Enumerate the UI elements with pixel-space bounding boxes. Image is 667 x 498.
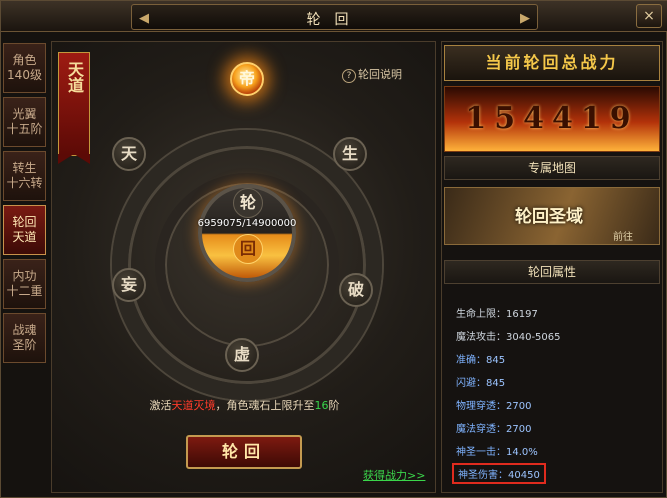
activate-level: 16 — [314, 399, 329, 412]
tab-reincarnation[interactable]: 轮回 天道 — [3, 205, 46, 255]
banner-text: 天道 — [65, 61, 84, 93]
stat-value: 40450 — [508, 470, 540, 481]
tab-sublabel: 十六转 — [6, 176, 43, 190]
power-side-panel: 当前轮回总战力 154419 专属地图 轮回圣域 前往 轮回属性 生命上限：16… — [441, 41, 663, 493]
stat-value: 845 — [486, 378, 506, 389]
tab-sublabel: 圣阶 — [12, 338, 37, 352]
attributes-header: 轮回属性 — [444, 260, 660, 284]
exclusive-map-header: 专属地图 — [444, 156, 660, 180]
left-tab-list: 角色 140级 光翼 十五阶 转生 十六转 轮回 天道 内功 十二重 战魂 圣阶 — [3, 43, 48, 367]
get-power-link[interactable]: 获得战力>> — [363, 467, 425, 483]
activate-realm: 天道灭境 — [171, 399, 216, 412]
stat-label: 闪避： — [456, 378, 486, 389]
activate-prefix: 激活 — [149, 399, 172, 412]
tab-war-soul[interactable]: 战魂 圣阶 — [3, 313, 46, 363]
tab-inner-power[interactable]: 内功 十二重 — [3, 259, 46, 309]
stat-row: 闪避：845 — [456, 374, 505, 389]
stat-value: 845 — [486, 355, 506, 366]
tab-label: 光翼 — [12, 107, 37, 121]
help-link-label: 轮回说明 — [358, 68, 402, 81]
node-void[interactable]: 虚 — [225, 338, 259, 372]
tab-wings[interactable]: 光翼 十五阶 — [3, 97, 46, 147]
activate-mid: ，角色魂石上限升至 — [215, 399, 315, 412]
tab-label: 内功 — [12, 269, 37, 283]
title-panel: ◀ 轮回 ▶ — [131, 4, 538, 30]
stat-label: 准确： — [456, 355, 486, 366]
node-delusion[interactable]: 妄 — [112, 268, 146, 302]
stat-label: 物理穿透： — [456, 401, 506, 412]
stat-row: 准确：845 — [456, 351, 505, 366]
soul-progress-value: 6959075/14900000 — [197, 218, 297, 229]
tab-sublabel: 十五阶 — [6, 122, 43, 136]
stat-value: 14.0% — [506, 447, 538, 458]
tab-label: 战魂 — [12, 323, 37, 337]
tab-label: 角色 — [12, 53, 37, 67]
node-heaven[interactable]: 天 — [112, 137, 146, 171]
stat-value: 2700 — [506, 424, 532, 435]
power-display: 154419 — [444, 86, 660, 152]
node-life[interactable]: 生 — [333, 137, 367, 171]
arrow-right-icon: ▶ — [520, 11, 530, 26]
orb-char-upper: 轮 — [233, 188, 263, 218]
tab-sublabel: 十二重 — [6, 284, 43, 298]
window-title: 轮回 — [306, 12, 363, 28]
stat-row: 魔法攻击：3040-5065 — [456, 328, 561, 343]
activate-suffix: 阶 — [328, 399, 340, 412]
stat-row: 魔法穿透：2700 — [456, 420, 531, 435]
node-break[interactable]: 破 — [339, 273, 373, 307]
total-power-value: 154419 — [465, 101, 639, 136]
question-icon: ? — [342, 69, 356, 83]
map-go-link[interactable]: 前往 — [613, 228, 633, 243]
tab-rebirth[interactable]: 转生 十六转 — [3, 151, 46, 201]
stat-label: 神圣一击： — [456, 447, 506, 458]
orb-char-lower: 回 — [233, 234, 263, 264]
stat-value: 2700 — [506, 401, 532, 412]
stat-row: 神圣一击：14.0% — [456, 443, 538, 458]
stat-row: 物理穿透：2700 — [456, 397, 531, 412]
help-link[interactable]: ? 轮回说明 — [342, 66, 402, 83]
stat-row: 生命上限：16197 — [456, 305, 538, 320]
reincarnate-button[interactable]: 轮回 — [186, 435, 302, 469]
game-window: ◀ 轮回 ▶ × 角色 140级 光翼 十五阶 转生 十六转 轮回 天道 内功 十二重 战… — [0, 0, 667, 498]
activation-text: 激活天道灭境，角色魂石上限升至16阶 — [52, 397, 435, 413]
title-bar: ◀ 轮回 ▶ × — [1, 1, 667, 32]
tab-sublabel: 140级 — [7, 68, 42, 82]
stat-value: 3040-5065 — [506, 332, 561, 343]
node-emperor[interactable]: 帝 — [230, 62, 264, 96]
tab-label: 转生 — [12, 161, 37, 175]
banner-tail — [58, 154, 90, 164]
stat-label: 魔法攻击： — [456, 332, 506, 343]
reincarnation-panel: 天道 ? 轮回说明 帝 天 生 妄 破 虚 轮 回 6959075/1490000… — [51, 41, 436, 493]
stat-label: 生命上限： — [456, 309, 506, 320]
stat-label: 魔法穿透： — [456, 424, 506, 435]
tab-label: 轮回 — [12, 215, 37, 229]
total-power-title: 当前轮回总战力 — [444, 45, 660, 81]
map-name: 轮回圣域 — [515, 207, 583, 227]
tab-character[interactable]: 角色 140级 — [3, 43, 46, 93]
stat-label: 神圣伤害： — [458, 470, 508, 481]
stat-row-highlight: 神圣伤害：40450 — [452, 463, 546, 484]
stat-value: 16197 — [506, 309, 538, 320]
map-card[interactable]: 轮回圣域 前往 — [444, 187, 660, 245]
tab-sublabel: 天道 — [12, 230, 37, 244]
realm-banner: 天道 — [58, 52, 90, 156]
close-button[interactable]: × — [636, 4, 662, 28]
